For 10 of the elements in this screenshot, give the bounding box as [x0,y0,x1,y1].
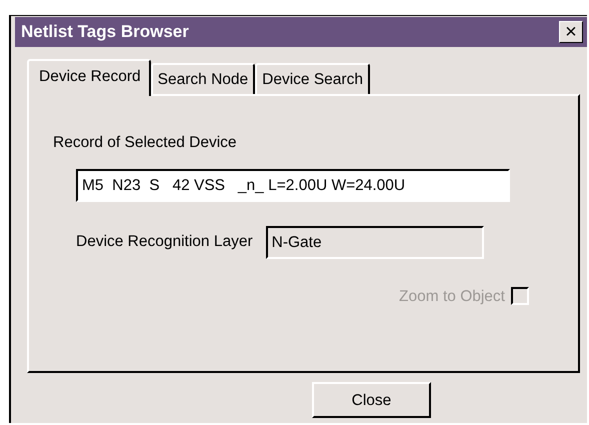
tab[interactable]: Device Record [27,59,151,96]
tab[interactable]: Search Node [150,63,256,94]
close-button[interactable]: Close [312,382,431,418]
checkbox-label: Zoom to Object [399,286,505,306]
tab[interactable]: Device Search [255,63,370,94]
close-button[interactable]: × [559,21,583,43]
field-label: Device Recognition Layer [76,232,253,252]
window-title: Netlist Tags Browser [21,21,189,44]
field-label: Record of Selected Device [53,133,238,154]
record-field[interactable]: M5 N23 S 42 VSS _n_ L=2.00U W=24.00U [76,168,510,202]
